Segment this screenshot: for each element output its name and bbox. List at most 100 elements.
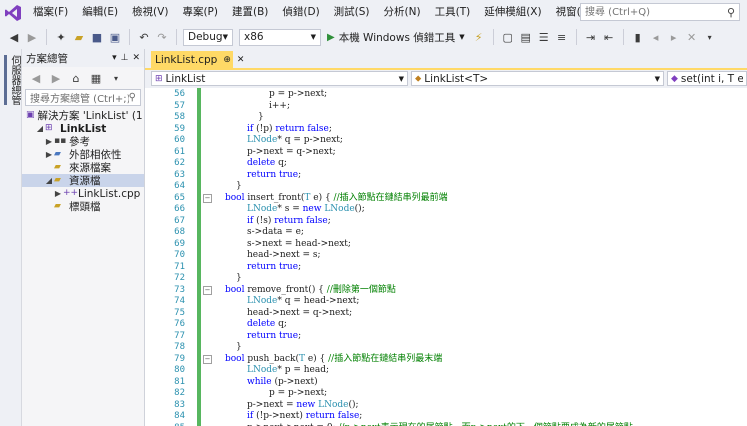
menu-item[interactable]: 檔案(F)	[26, 0, 75, 25]
navigate-back-icon[interactable]: ◀	[6, 29, 22, 45]
open-file-icon[interactable]: ▰	[71, 29, 87, 45]
home-icon[interactable]: ⌂	[68, 70, 84, 86]
outdent-icon[interactable]: ⇤	[601, 29, 617, 45]
search-box[interactable]: ⚲	[580, 3, 740, 21]
tree-item[interactable]: ▶ ++ LinkList.cpp	[22, 187, 144, 200]
menu-item[interactable]: 檢視(V)	[125, 0, 175, 25]
expand-arrow-icon[interactable]: ◢	[35, 124, 45, 133]
collapse-region-icon[interactable]: −	[203, 193, 212, 203]
code-line[interactable]: 65 − bool insert_front(T e) { //插入節點在鏈結串列最…	[145, 193, 747, 205]
visual-studio-logo-icon[interactable]	[0, 0, 26, 25]
new-project-icon[interactable]: ✦	[53, 29, 69, 45]
search-icon[interactable]: ⚲	[727, 6, 735, 19]
navigate-forward-icon[interactable]: ▶	[24, 29, 40, 45]
expand-arrow-icon[interactable]: ▶	[44, 137, 54, 146]
expand-arrow-icon[interactable]: ▶	[53, 189, 63, 198]
code-line[interactable]: 82 p = p->next;	[145, 388, 747, 400]
code-line[interactable]: 85 p->next->next = 0; //p->next表示現在的尾節點，而…	[145, 423, 747, 426]
code-line[interactable]: 78}	[145, 342, 747, 354]
expand-arrow-icon[interactable]: ▶	[44, 150, 54, 159]
close-tab-icon[interactable]: ✕	[237, 55, 245, 65]
menu-item[interactable]: 工具(T)	[428, 0, 478, 25]
tree-item[interactable]: ▣解決方案 'LinkList' (1 個專案)	[22, 109, 144, 122]
code-line[interactable]: 58}	[145, 112, 747, 124]
menu-item[interactable]: 專案(P)	[175, 0, 225, 25]
bookmark-icon[interactable]: ▮	[630, 29, 646, 45]
expand-arrow-icon[interactable]: ◢	[44, 176, 54, 185]
pin-tab-icon[interactable]: ⊕	[223, 55, 231, 65]
code-line[interactable]: 84 if (!p->next) return false;	[145, 411, 747, 423]
indent-icon[interactable]: ⇥	[583, 29, 599, 45]
tree-item[interactable]: ▰ 來源檔案	[22, 161, 144, 174]
code-line[interactable]: 64}	[145, 181, 747, 193]
solution-explorer-search[interactable]: 搜尋方案總管 (Ctrl+;) ⚲	[25, 89, 141, 106]
tree-item[interactable]: ◢ ▰ 資源檔	[22, 174, 144, 187]
code-line[interactable]: 79 − bool push_back(T e) { //插入節點在鏈結串列最末端	[145, 354, 747, 366]
tree-item[interactable]: ▶ ▪▪ 參考	[22, 135, 144, 148]
server-explorer-tab[interactable]: 伺服器總管	[4, 55, 22, 105]
code-line[interactable]: 83 p->next = new LNode();	[145, 400, 747, 412]
code-line[interactable]: 73 − bool remove_front() { //刪除第一個節點	[145, 285, 747, 297]
project-dropdown[interactable]: ⊞ LinkList ▼	[151, 71, 408, 86]
search-icon[interactable]: ⚲	[129, 92, 136, 103]
clear-bookmarks-icon[interactable]: ✕	[684, 29, 700, 45]
close-icon[interactable]: ✕	[132, 53, 140, 63]
code-line[interactable]: 69 s->next = head->next;	[145, 239, 747, 251]
breakpoint-layout-icon[interactable]: ▤	[518, 29, 534, 45]
menu-item[interactable]: 偵錯(D)	[275, 0, 326, 25]
pin-icon[interactable]: ⊥	[121, 53, 129, 63]
prev-bookmark-icon[interactable]: ◂	[648, 29, 664, 45]
code-line[interactable]: 66 LNode* s = new LNode();	[145, 204, 747, 216]
tree-item[interactable]: ▶ ▰ 外部相依性	[22, 148, 144, 161]
code-editor[interactable]: 56 p = p->next; 57 i++; 58} 59 if (!p) return …	[145, 88, 747, 426]
hot-reload-icon[interactable]: ⚡	[471, 29, 487, 45]
search-input[interactable]	[581, 5, 727, 19]
menu-item[interactable]: 建置(B)	[225, 0, 275, 25]
code-line[interactable]: 70 head->next = s;	[145, 250, 747, 262]
code-line[interactable]: 59 if (!p) return false;	[145, 124, 747, 136]
save-icon[interactable]: ■	[89, 29, 105, 45]
menu-item[interactable]: 分析(N)	[377, 0, 428, 25]
code-line[interactable]: 71 return true;	[145, 262, 747, 274]
more-options-icon[interactable]: ▾	[108, 70, 124, 86]
tree-item[interactable]: ◢ ⊞ LinkList	[22, 122, 144, 135]
next-bookmark-icon[interactable]: ▸	[666, 29, 682, 45]
tree-item[interactable]: ▰ 標頭檔	[22, 200, 144, 213]
start-debugging-button[interactable]: ▶ 本機 Windows 偵錯工具 ▼	[323, 30, 469, 45]
code-line[interactable]: 81 while (p->next)	[145, 377, 747, 389]
code-line[interactable]: 61 p->next = q->next;	[145, 147, 747, 159]
toggle-comment-icon[interactable]: ☰	[536, 29, 552, 45]
code-line[interactable]: 68 s->data = e;	[145, 227, 747, 239]
menu-item[interactable]: 測試(S)	[327, 0, 377, 25]
menu-item[interactable]: 編輯(E)	[75, 0, 125, 25]
code-line[interactable]: 57 i++;	[145, 101, 747, 113]
collapse-region-icon[interactable]: −	[203, 285, 212, 295]
solution-config-dropdown[interactable]: Debug ▼	[183, 28, 233, 46]
switch-views-icon[interactable]: ▦	[88, 70, 104, 86]
back-icon[interactable]: ◀	[28, 70, 44, 86]
collapse-region-icon[interactable]: −	[203, 354, 212, 364]
code-line[interactable]: 76 delete q;	[145, 319, 747, 331]
code-line[interactable]: 56 p = p->next;	[145, 89, 747, 101]
code-line[interactable]: 63 return true;	[145, 170, 747, 182]
platform-dropdown[interactable]: x86 ▼	[239, 28, 321, 46]
panel-options-icon[interactable]: ▾	[112, 53, 117, 63]
menu-item[interactable]: 延伸模組(X)	[477, 0, 548, 25]
forward-icon[interactable]: ▶	[48, 70, 64, 86]
code-line[interactable]: 80 LNode* p = head;	[145, 365, 747, 377]
member-dropdown[interactable]: ◆ set(int i, T e)	[667, 71, 747, 86]
code-line[interactable]: 62 delete q;	[145, 158, 747, 170]
save-all-icon[interactable]: ▣	[107, 29, 123, 45]
tab-linklist-cpp[interactable]: LinkList.cpp ⊕ ✕	[151, 51, 244, 68]
code-line[interactable]: 77 return true;	[145, 331, 747, 343]
screenshot-icon[interactable]: ▢	[500, 29, 516, 45]
uncomment-icon[interactable]: ≡	[554, 29, 570, 45]
code-line[interactable]: 74 LNode* q = head->next;	[145, 296, 747, 308]
scope-dropdown[interactable]: ⬥ LinkList<T> ▼	[410, 71, 664, 86]
redo-icon[interactable]: ↷	[154, 29, 170, 45]
code-line[interactable]: 67 if (!s) return false;	[145, 216, 747, 228]
code-line[interactable]: 60 LNode* q = p->next;	[145, 135, 747, 147]
code-line[interactable]: 72}	[145, 273, 747, 285]
undo-icon[interactable]: ↶	[136, 29, 152, 45]
toolbar-overflow-icon[interactable]: ▾	[702, 29, 718, 45]
